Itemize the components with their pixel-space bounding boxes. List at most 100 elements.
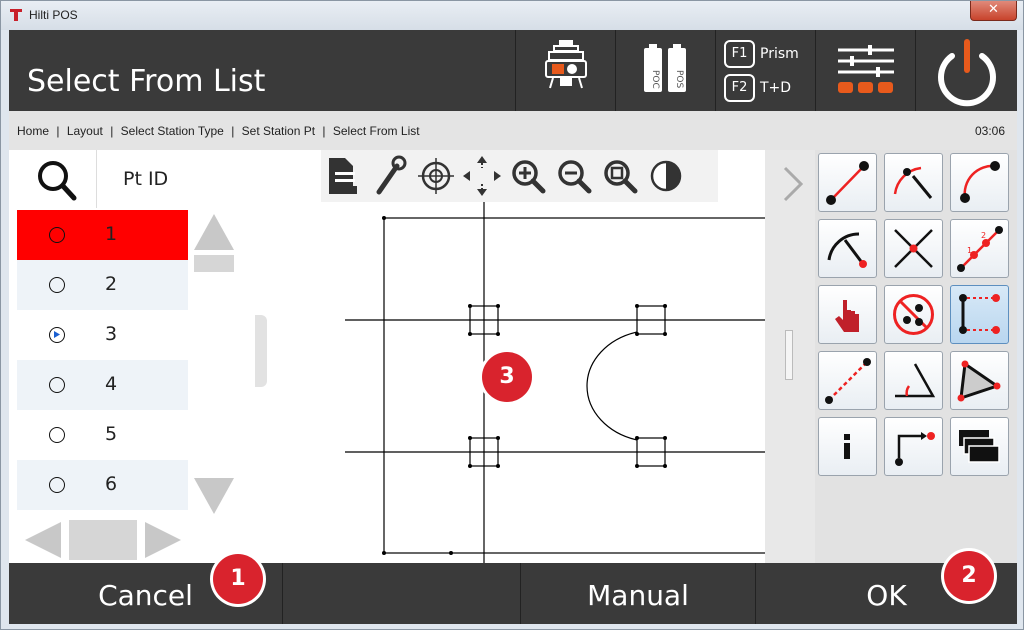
tool-no-points-button[interactable] (884, 285, 943, 344)
layers-icon (959, 430, 1000, 463)
tool-offset-line-button[interactable] (818, 351, 877, 410)
tool-stakeout-button[interactable] (884, 417, 943, 476)
search-button[interactable] (17, 150, 97, 208)
tool-intersection-button[interactable] (884, 219, 943, 278)
breadcrumb-separator: | (231, 124, 235, 138)
page-title: Select From List (27, 64, 266, 99)
list-item[interactable]: 4 (17, 360, 188, 410)
hilti-app-icon (10, 9, 22, 21)
function-keys-button[interactable]: F1 Prism F2 T+D (715, 30, 815, 111)
list-item[interactable]: 3 (17, 310, 188, 360)
zoom-out-icon[interactable] (551, 150, 597, 202)
list-item[interactable]: 5 (17, 410, 188, 460)
breadcrumb-separator: | (110, 124, 114, 138)
map-scroll-handle[interactable] (785, 330, 793, 380)
pan-icon[interactable] (459, 150, 505, 202)
tool-info-button[interactable] (818, 417, 877, 476)
tool-arc-center-button[interactable] (818, 219, 877, 278)
battery-button[interactable]: POC POS (615, 30, 715, 111)
breadcrumb-separator: | (56, 124, 60, 138)
tool-angle-button[interactable] (884, 351, 943, 410)
scroll-thumb[interactable] (194, 255, 234, 272)
crosshair-icon[interactable] (413, 150, 459, 202)
hand-pointer-icon (835, 300, 859, 332)
breadcrumb-select-station-type[interactable]: Select Station Type (121, 124, 224, 138)
vertical-scrollbar[interactable] (188, 208, 240, 514)
window-title: Hilti POS (29, 8, 78, 22)
scroll-left-icon[interactable] (21, 520, 65, 560)
manual-button[interactable]: Manual (520, 563, 755, 624)
f2-key[interactable]: F2 (724, 74, 755, 102)
tool-curve-button[interactable] (950, 153, 1009, 212)
zoom-in-icon[interactable] (505, 150, 551, 202)
radio-button[interactable] (49, 477, 65, 493)
header-bar: Select From List POC POS F1 Prism F2 T+D (9, 30, 1017, 111)
breadcrumb-select-from-list: Select From List (332, 124, 420, 138)
tripod-icon (545, 40, 587, 89)
zoom-fit-icon[interactable] (597, 150, 643, 202)
no-points-icon (893, 294, 934, 335)
f2-label: T+D (760, 80, 792, 96)
divide-line-icon: 12 (957, 226, 1003, 272)
settings-button[interactable] (815, 30, 915, 111)
breadcrumb-set-station-pt[interactable]: Set Station Pt (242, 124, 315, 138)
angle-icon (895, 363, 936, 398)
line-icon (826, 161, 869, 205)
radio-button[interactable] (49, 427, 65, 443)
app-content: Select From List POC POS F1 Prism F2 T+D… (9, 30, 1017, 624)
info-icon (844, 434, 850, 459)
tool-panel: 12 (815, 150, 1017, 563)
settings-sliders-icon (838, 45, 894, 93)
stakeout-arrow-icon (895, 432, 935, 466)
wrench-icon[interactable] (367, 150, 413, 202)
list-item[interactable]: 1 (17, 210, 188, 260)
point-id: 4 (105, 373, 118, 395)
curve-icon (960, 161, 1000, 203)
document-icon[interactable] (321, 150, 367, 202)
scroll-right-icon[interactable] (141, 520, 185, 560)
empty-softkey (282, 563, 520, 624)
callout-marker-ok: 2 (944, 551, 994, 601)
breadcrumb: Home | Layout | Select Station Type | Se… (9, 111, 1017, 150)
tool-arc-button[interactable] (884, 153, 943, 212)
list-item[interactable]: 6 (17, 460, 188, 510)
battery-right-label: POS (674, 70, 684, 89)
point-id: 1 (105, 223, 118, 245)
horizontal-scrollbar[interactable] (17, 520, 182, 560)
tool-divide-line-button[interactable]: 12 (950, 219, 1009, 278)
point-id: 2 (105, 273, 118, 295)
tool-line-button[interactable] (818, 153, 877, 212)
intersection-icon (894, 229, 933, 268)
svg-text:1: 1 (967, 246, 972, 255)
offset-line-icon (825, 358, 871, 404)
power-button[interactable] (915, 30, 1017, 111)
breadcrumb-separator: | (322, 124, 326, 138)
breadcrumb-home[interactable]: Home (17, 124, 49, 138)
tool-point-list-button[interactable] (950, 285, 1009, 344)
list-item[interactable]: 2 (17, 260, 188, 310)
column-header-pt-id[interactable]: Pt ID (97, 150, 247, 208)
contrast-icon[interactable] (643, 150, 689, 202)
scroll-up-icon[interactable] (188, 208, 240, 258)
window-close-button[interactable]: ✕ (970, 1, 1017, 21)
radio-button[interactable] (49, 377, 65, 393)
scroll-down-icon[interactable] (188, 470, 240, 520)
radio-button[interactable] (49, 277, 65, 293)
clock-time: 03:06 (974, 124, 1005, 138)
radio-button[interactable] (49, 227, 65, 243)
app-window: Hilti POS ✕ Select From List POC POS F1 … (0, 0, 1024, 630)
tool-pick-point-button[interactable] (818, 285, 877, 344)
callout-marker-cancel: 1 (213, 554, 263, 604)
f1-key[interactable]: F1 (724, 40, 755, 68)
search-icon (38, 161, 77, 201)
map-scroll-strip[interactable] (765, 150, 815, 563)
tool-layers-button[interactable] (950, 417, 1009, 476)
tool-triangle-button[interactable] (950, 351, 1009, 410)
scroll-thumb[interactable] (69, 520, 137, 560)
point-id: 5 (105, 423, 118, 445)
triangle-icon (957, 360, 1001, 402)
breadcrumb-layout[interactable]: Layout (67, 124, 103, 138)
chevron-right-icon[interactable] (765, 154, 815, 214)
instrument-button[interactable] (515, 30, 615, 111)
radio-button-focused[interactable] (49, 327, 65, 343)
